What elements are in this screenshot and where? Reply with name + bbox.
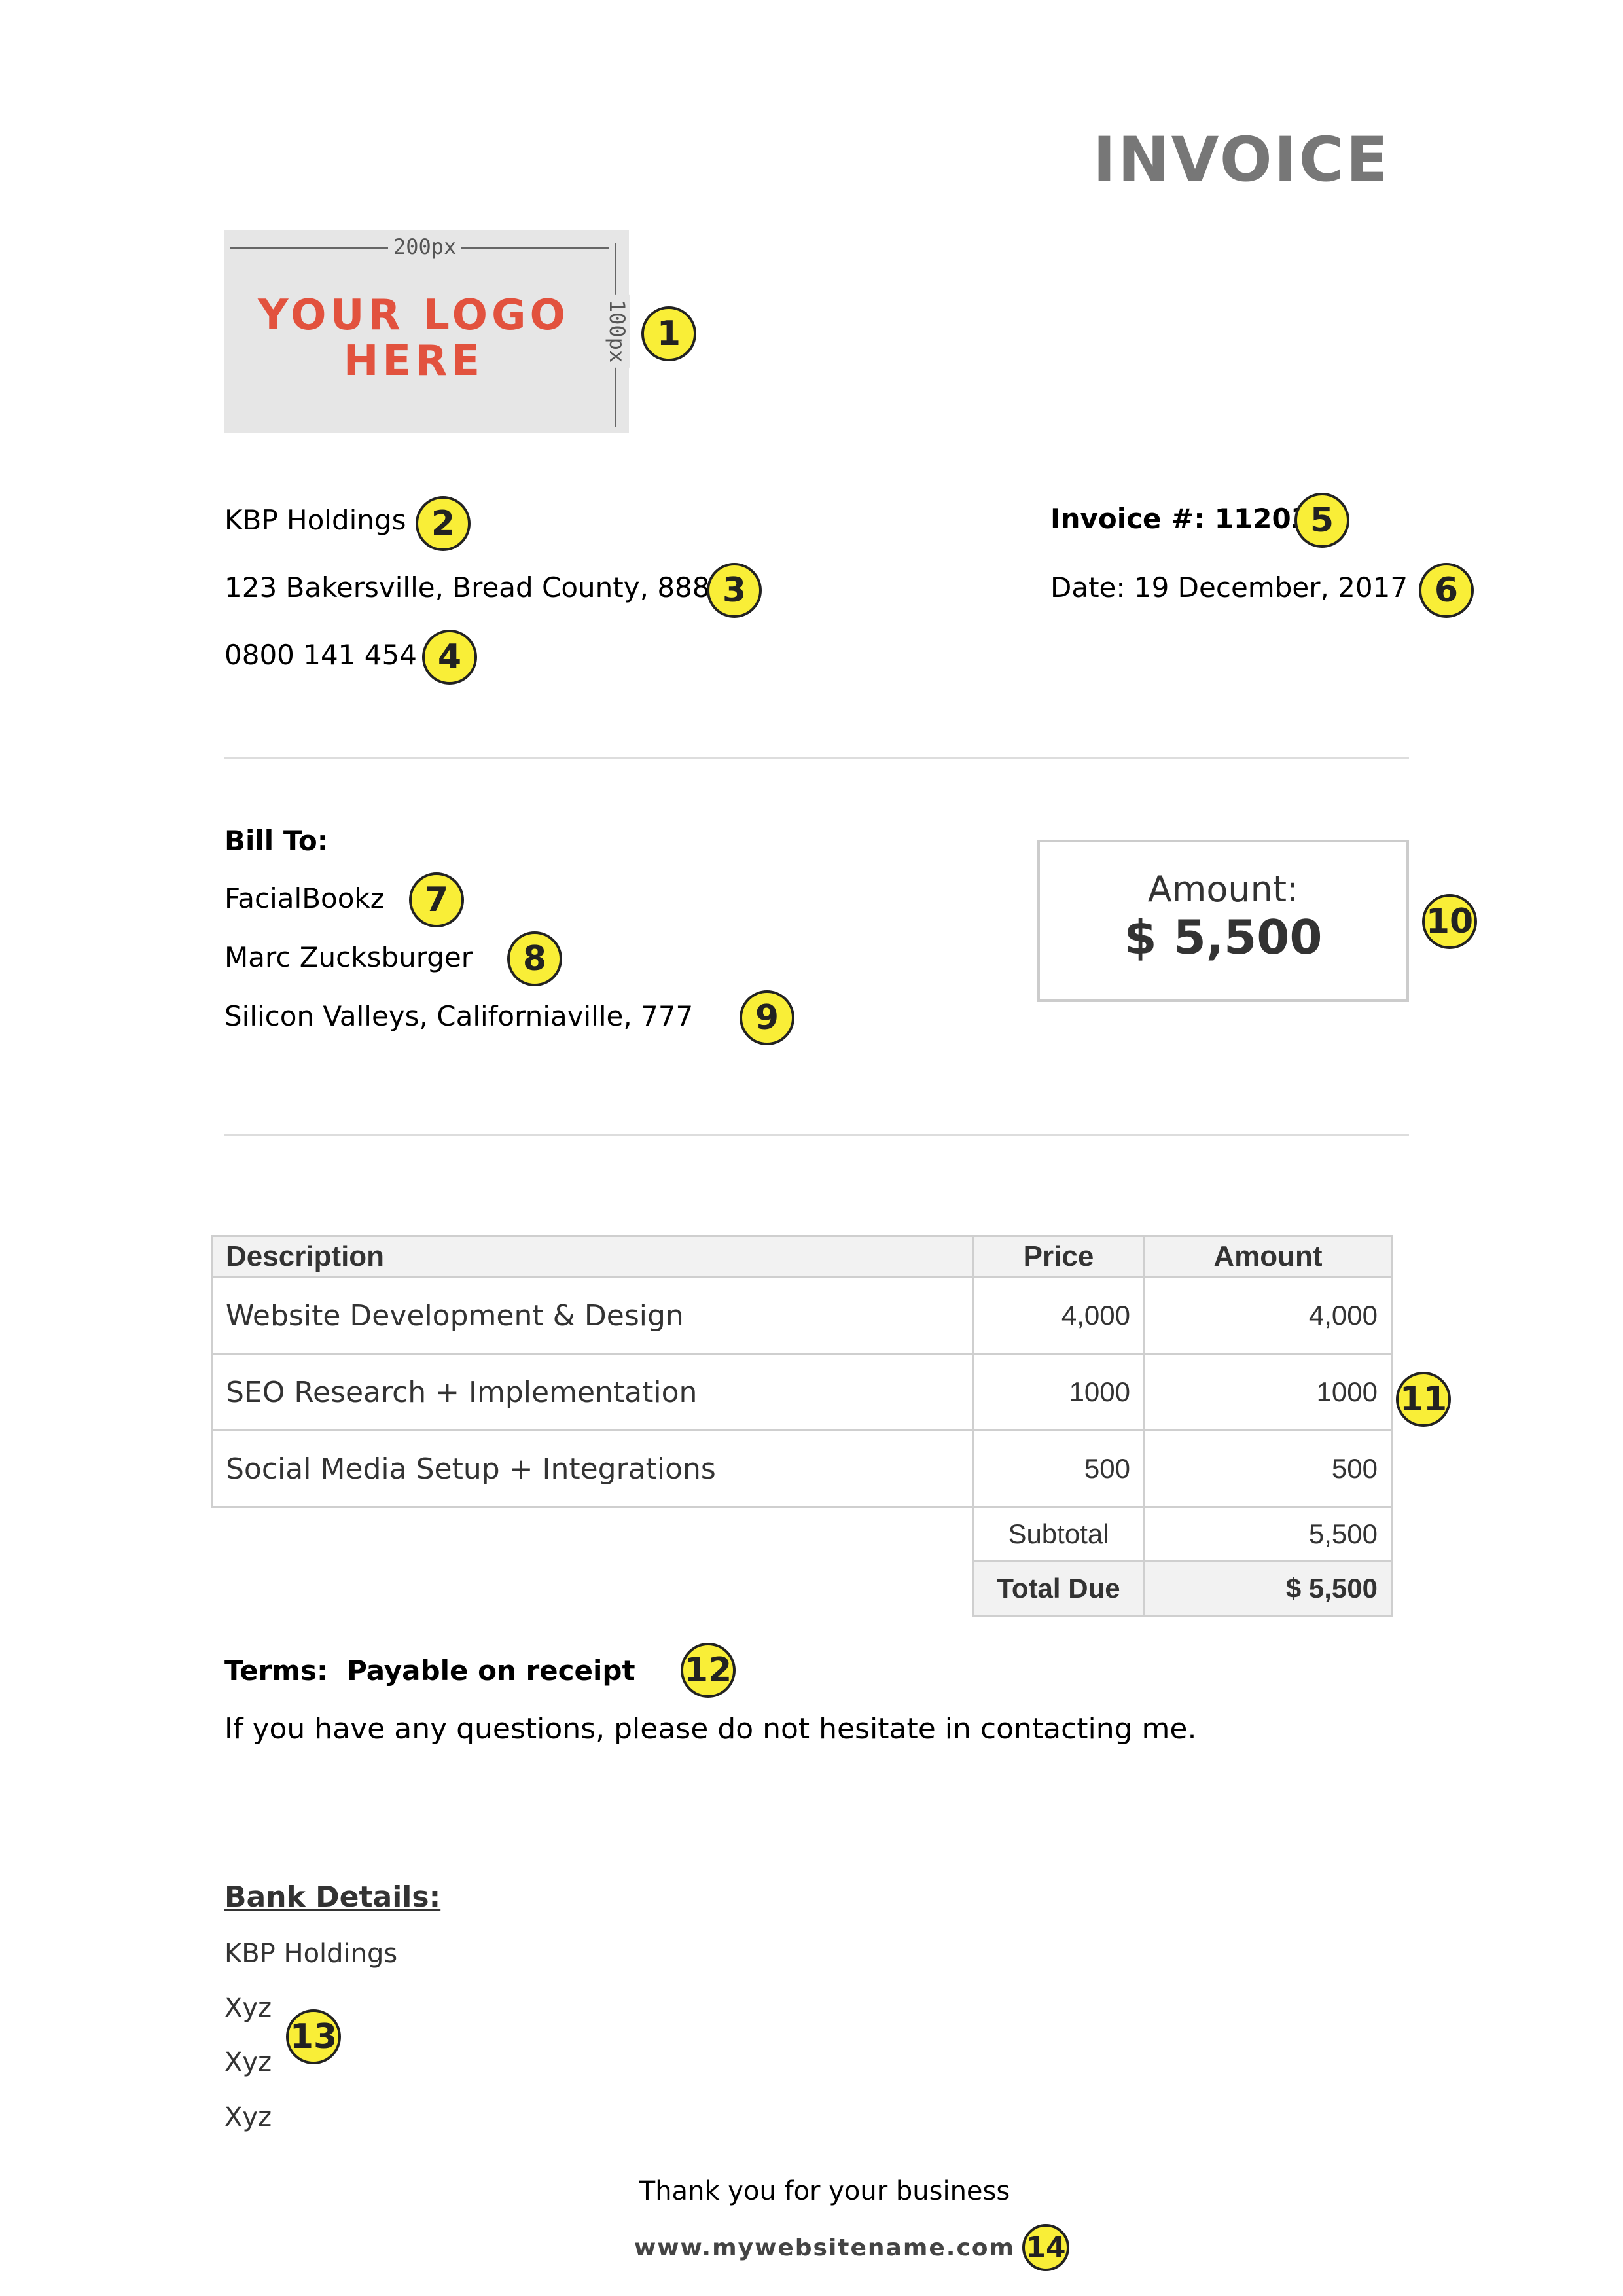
table-row: SEO Research + Implementation 1000 1000 (211, 1353, 1393, 1431)
subtotal-row: Subtotal 5,500 (212, 1506, 1393, 1562)
total-value: $ 5,500 (1143, 1560, 1393, 1617)
terms-label: Terms: (224, 1655, 328, 1687)
row-price: 1000 (972, 1353, 1145, 1431)
bank-line-4: Xyz (224, 2102, 272, 2132)
subtotal-label: Subtotal (972, 1506, 1145, 1562)
table-row: Social Media Setup + Integrations 500 50… (211, 1429, 1393, 1508)
logo-placeholder: 200px 100px YOUR LOGO HERE (224, 230, 630, 433)
width-dimension-label: 200px (388, 234, 462, 259)
badge-12: 12 (681, 1643, 736, 1698)
row-description: Social Media Setup + Integrations (211, 1429, 974, 1508)
divider-middle (224, 1134, 1409, 1136)
badge-5: 5 (1294, 493, 1349, 548)
empty-cell (212, 1507, 973, 1562)
bill-to-contact: Marc Zucksburger (224, 941, 473, 973)
items-table: Description Price Amount Website Develop… (211, 1235, 1393, 1617)
amount-box: Amount: $ 5,500 (1037, 840, 1409, 1002)
bill-to-heading: Bill To: (224, 825, 329, 857)
terms-value: Payable on receipt (347, 1655, 635, 1687)
terms: Terms: Payable on receipt (224, 1655, 635, 1687)
badge-4: 4 (422, 630, 477, 685)
bank-line-1: KBP Holdings (224, 1939, 398, 1969)
bill-to-address: Silicon Valleys, Californiaville, 777 (224, 1000, 694, 1032)
footer-thanks: Thank you for your business (639, 2176, 1010, 2206)
logo-text-line1: YOUR LOGO (258, 291, 569, 340)
footer-website[interactable]: www.mywebsitename.com (0, 2234, 1623, 2261)
total-label: Total Due (972, 1560, 1145, 1617)
badge-9: 9 (740, 990, 794, 1045)
badge-7: 7 (409, 872, 464, 927)
divider-top (224, 757, 1409, 759)
empty-cell (212, 1562, 973, 1616)
header-amount: Amount (1143, 1235, 1393, 1278)
badge-6: 6 (1419, 563, 1474, 618)
badge-10: 10 (1422, 894, 1477, 949)
badge-3: 3 (707, 563, 762, 618)
bank-line-2: Xyz (224, 1993, 272, 2023)
terms-note: If you have any questions, please do not… (224, 1712, 1197, 1746)
header-description: Description (211, 1235, 974, 1278)
subtotal-value: 5,500 (1143, 1506, 1393, 1562)
table-header-row: Description Price Amount (211, 1235, 1393, 1278)
row-price: 4,000 (972, 1276, 1145, 1355)
row-amount: 4,000 (1143, 1276, 1393, 1355)
bill-to-company: FacialBookz (224, 882, 385, 914)
logo-text: YOUR LOGO HERE (224, 293, 603, 384)
amount-label: Amount: (1147, 869, 1299, 910)
badge-11: 11 (1396, 1372, 1451, 1427)
badge-14: 14 (1022, 2224, 1069, 2271)
invoice-title: INVOICE (1093, 124, 1390, 196)
amount-value: $ 5,500 (1124, 910, 1323, 965)
invoice-number-label: Invoice #: (1050, 503, 1205, 535)
row-amount: 1000 (1143, 1353, 1393, 1431)
height-dimension-label: 100px (604, 294, 630, 368)
bank-heading: Bank Details: (224, 1880, 441, 1914)
badge-8: 8 (507, 931, 562, 986)
row-price: 500 (972, 1429, 1145, 1508)
sender-phone: 0800 141 454 (224, 639, 417, 671)
badge-1: 1 (641, 306, 696, 361)
row-amount: 500 (1143, 1429, 1393, 1508)
badge-2: 2 (416, 496, 471, 551)
row-description: Website Development & Design (211, 1276, 974, 1355)
invoice-date: Date: 19 December, 2017 (1050, 571, 1408, 603)
invoice-number: Invoice #: 11203 (1050, 503, 1310, 535)
table-row: Website Development & Design 4,000 4,000 (211, 1276, 1393, 1355)
sender-name: KBP Holdings (224, 504, 406, 536)
logo-text-line2: HERE (343, 337, 484, 386)
bank-line-3: Xyz (224, 2047, 272, 2077)
header-price: Price (972, 1235, 1145, 1278)
sender-address: 123 Bakersville, Bread County, 888 (224, 571, 710, 603)
row-description: SEO Research + Implementation (211, 1353, 974, 1431)
total-row: Total Due $ 5,500 (212, 1560, 1393, 1617)
badge-13: 13 (286, 2009, 341, 2064)
